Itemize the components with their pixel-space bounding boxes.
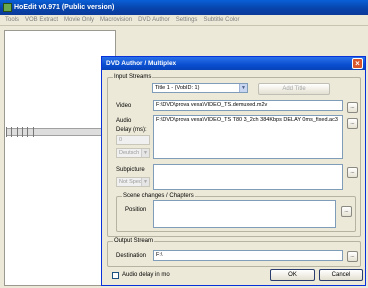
app-titlebar: HoEdit v0.971 (Public version) <box>0 0 368 15</box>
dvd-author-dialog: DVD Author / Multiplex × Input Streams T… <box>101 56 366 286</box>
delay-value: 0 <box>119 137 123 143</box>
audio-field[interactable]: F:\DVD\prova vexa\VIDEO_TS T80 3_2ch 384… <box>153 115 343 159</box>
chevron-down-icon: ▼ <box>239 84 247 92</box>
app-menubar: Tools VOB Extract Movie Only Macrovision… <box>0 15 368 26</box>
subpicture-lang-select[interactable]: Not Specifi ▼ <box>116 177 150 187</box>
destination-browse-button[interactable]: ... <box>347 251 358 262</box>
destination-label: Destination <box>116 253 147 259</box>
position-browse-button[interactable]: ... <box>341 206 352 217</box>
close-icon[interactable]: × <box>352 58 363 69</box>
ok-button[interactable]: OK <box>270 269 315 281</box>
cancel-button[interactable]: Cancel <box>319 269 363 281</box>
menu-settings[interactable]: Settings <box>173 17 201 23</box>
output-stream-group: Output Stream Destination F:\ ... <box>107 238 361 267</box>
video-label: Video <box>116 103 132 109</box>
output-stream-label: Output Stream <box>113 238 155 245</box>
audio-lang-select[interactable]: Deutsch ▼ <box>116 148 150 158</box>
audio-delay-label: Audio delay in mo <box>122 272 170 278</box>
delay-field[interactable]: 0 <box>116 135 150 145</box>
position-label: Position <box>125 207 147 213</box>
app-title: HoEdit v0.971 (Public version) <box>14 4 115 11</box>
menu-vob-extract[interactable]: VOB Extract <box>22 17 61 23</box>
app-icon <box>3 3 12 12</box>
menu-tools[interactable]: Tools <box>2 17 22 23</box>
delay-label: Delay (ms): <box>116 127 147 133</box>
position-field[interactable] <box>153 200 336 228</box>
slider-ticks <box>6 127 38 137</box>
destination-field[interactable]: F:\ <box>153 250 343 261</box>
subpicture-field[interactable] <box>153 164 343 190</box>
video-browse-button[interactable]: ... <box>347 102 358 113</box>
subpicture-browse-button[interactable]: ... <box>347 167 358 178</box>
audio-lang-value: Deutsch <box>119 150 140 156</box>
chevron-down-icon: ▼ <box>141 149 149 157</box>
menu-subtitle-color[interactable]: Subtitle Color <box>200 17 242 23</box>
add-title-button[interactable]: Add Title <box>258 83 330 95</box>
audio-browse-button[interactable]: ... <box>347 118 358 129</box>
chapters-label: Scene changes / Chapters <box>122 193 195 200</box>
input-streams-group: Input Streams Title 1 - (VobID: 1) ▼ Add… <box>107 74 361 237</box>
title-select-value: Title 1 - (VobID: 1) <box>155 85 200 91</box>
subpicture-label: Subpicture <box>116 167 145 173</box>
menu-macrovision[interactable]: Macrovision <box>97 17 135 23</box>
video-field[interactable]: F:\DVD\prova vexa\VIDEO_TS.demuxed.m2v <box>153 100 343 111</box>
input-streams-label: Input Streams <box>113 74 153 81</box>
chevron-down-icon: ▼ <box>141 178 149 186</box>
audio-delay-checkbox[interactable] <box>112 272 119 279</box>
dialog-titlebar: DVD Author / Multiplex × <box>102 57 365 70</box>
chapters-group: Scene changes / Chapters Position ... <box>116 193 356 232</box>
audio-label: Audio <box>116 118 132 124</box>
menu-dvd-author[interactable]: DVD Author <box>135 17 173 23</box>
menu-movie-only[interactable]: Movie Only <box>61 17 97 23</box>
title-select[interactable]: Title 1 - (VobID: 1) ▼ <box>152 83 248 93</box>
app-canvas <box>4 30 116 286</box>
dialog-title: DVD Author / Multiplex <box>106 60 177 67</box>
